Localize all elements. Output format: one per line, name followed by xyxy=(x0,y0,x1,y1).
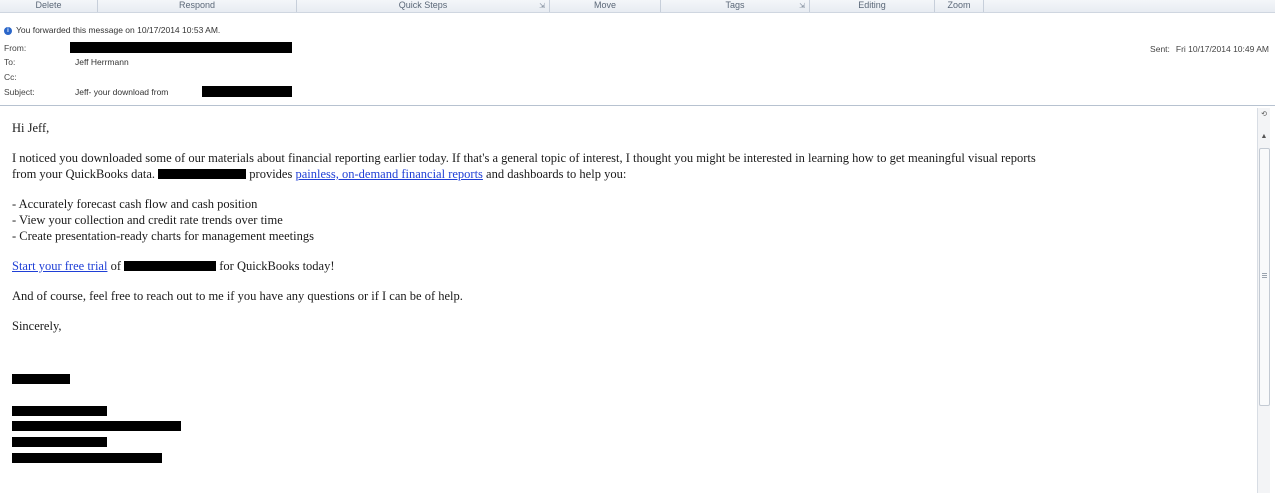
subject-redaction xyxy=(202,86,292,97)
bullet-item: - Accurately forecast cash flow and cash… xyxy=(12,197,258,211)
ribbon-group-delete: Delete xyxy=(0,0,98,12)
ribbon-group-tags: Tags ⇲ xyxy=(661,0,810,12)
subject-value: Jeff- your download from xyxy=(75,87,169,97)
ribbon-group-move: Move xyxy=(550,0,661,12)
bullet-item: - Create presentation-ready charts for m… xyxy=(12,229,314,243)
sent-value: Fri 10/17/2014 10:49 AM xyxy=(1175,44,1269,54)
financial-reports-link[interactable]: painless, on-demand financial reports xyxy=(295,167,482,181)
product-redaction xyxy=(124,261,217,271)
paragraph-intro: I noticed you downloaded some of our mat… xyxy=(12,150,1252,182)
trial-end-text: for QuickBooks today! xyxy=(219,259,335,273)
dialog-launcher-icon[interactable]: ⇲ xyxy=(539,1,545,12)
scroll-mode-icon[interactable]: ⟲ xyxy=(1259,110,1269,120)
signature-redaction xyxy=(12,437,107,447)
intro-end-text: and dashboards to help you: xyxy=(486,167,627,181)
greeting: Hi Jeff, xyxy=(12,121,50,135)
signature-redaction xyxy=(12,421,181,431)
intro-text-2: from your QuickBooks data. xyxy=(12,167,156,181)
message-body: Hi Jeff, I noticed you downloaded some o… xyxy=(12,120,1252,334)
signature-redaction xyxy=(12,406,107,416)
to-label: To: xyxy=(4,57,16,67)
ribbon-group-editing: Editing xyxy=(810,0,935,12)
message-header: i You forwarded this message on 10/17/201… xyxy=(0,13,1275,105)
intro-text: I noticed you downloaded some of our mat… xyxy=(12,151,1036,165)
ribbon-group-zoom: Zoom xyxy=(935,0,984,12)
from-label: From: xyxy=(4,43,27,53)
scroll-up-icon[interactable]: ▲ xyxy=(1259,132,1269,142)
sent-label: Sent: xyxy=(1150,44,1170,54)
ribbon-group-quick-steps: Quick Steps ⇲ xyxy=(297,0,550,12)
dialog-launcher-icon[interactable]: ⇲ xyxy=(799,1,805,12)
ribbon-group-quick-steps-label: Quick Steps xyxy=(398,0,448,10)
signature-redaction xyxy=(12,453,162,463)
subject-label: Subject: xyxy=(4,87,35,97)
bullet-item: - View your collection and credit rate t… xyxy=(12,213,283,227)
free-trial-link[interactable]: Start your free trial xyxy=(12,259,107,273)
cc-label: Cc: xyxy=(4,72,17,82)
provides-text: provides xyxy=(249,167,293,181)
vertical-scrollbar[interactable]: ⟲ ▲ xyxy=(1257,108,1270,493)
closing: Sincerely, xyxy=(12,319,62,333)
to-value[interactable]: Jeff Herrmann xyxy=(75,57,129,67)
forward-info-text: You forwarded this message on 10/17/2014… xyxy=(16,25,221,35)
reach-out-paragraph: And of course, feel free to reach out to… xyxy=(12,289,463,303)
company-redaction xyxy=(158,169,247,179)
forward-infobar[interactable]: i You forwarded this message on 10/17/201… xyxy=(4,25,220,35)
ribbon-group-tags-label: Tags xyxy=(725,0,745,10)
from-redaction xyxy=(70,42,292,53)
info-icon: i xyxy=(4,26,12,35)
sent-field: Sent: Fri 10/17/2014 10:49 AM xyxy=(1150,44,1269,54)
trial-paragraph: Start your free trial of for QuickBooks … xyxy=(12,258,1252,274)
ribbon-group-labels: Delete Respond Quick Steps ⇲ Move Tags ⇲… xyxy=(0,0,1275,13)
signature-name-redaction xyxy=(12,374,70,384)
scroll-thumb[interactable] xyxy=(1259,148,1270,406)
message-body-pane[interactable]: Hi Jeff, I noticed you downloaded some o… xyxy=(0,105,1275,495)
ribbon-group-respond: Respond xyxy=(98,0,297,12)
scroll-grip-icon xyxy=(1262,273,1267,274)
trial-of-text: of xyxy=(110,259,121,273)
